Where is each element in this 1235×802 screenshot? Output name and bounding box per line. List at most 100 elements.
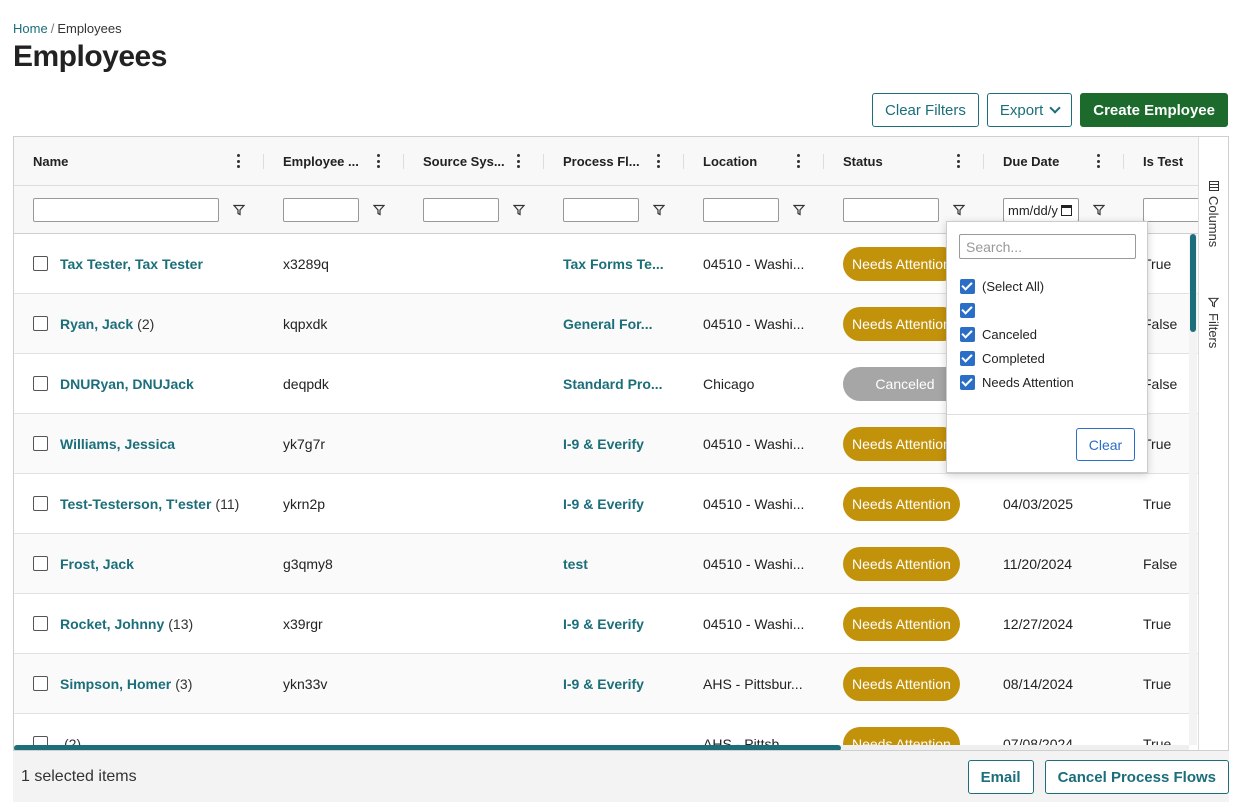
status-filter-option[interactable]: Completed: [960, 350, 1045, 366]
source-system-cell: [423, 474, 543, 534]
filter-icon[interactable]: [513, 204, 525, 216]
export-button[interactable]: Export: [986, 93, 1073, 127]
process-flow-link[interactable]: General For...: [563, 316, 652, 332]
breadcrumb-current: Employees: [57, 21, 122, 36]
row-checkbox[interactable]: [33, 256, 48, 271]
column-header-employee-id[interactable]: Employee ...: [283, 137, 368, 186]
is-test-cell: True: [1143, 676, 1172, 692]
employee-count: (2): [137, 316, 155, 332]
employee-name-link[interactable]: Williams, Jessica: [60, 436, 175, 452]
location-filter-input[interactable]: [703, 198, 779, 222]
status-filter-input[interactable]: [843, 198, 939, 222]
kebab-menu-icon[interactable]: [956, 154, 960, 168]
status-filter-option[interactable]: Canceled: [960, 326, 1037, 342]
source-system-cell: [423, 534, 543, 594]
kebab-menu-icon[interactable]: [376, 154, 380, 168]
filter-icon[interactable]: [233, 204, 245, 216]
employee-name-link[interactable]: DNURyan, DNUJack: [60, 376, 194, 392]
filter-icon[interactable]: [793, 204, 805, 216]
column-header-source-system[interactable]: Source Sys...: [423, 137, 508, 186]
process-flow-link[interactable]: Tax Forms Te...: [563, 256, 664, 272]
process-flow-link[interactable]: I-9 & Everify: [563, 496, 644, 512]
kebab-menu-icon[interactable]: [1096, 154, 1100, 168]
employee-id-cell: yk7g7r: [283, 436, 326, 452]
process-flow-link[interactable]: I-9 & Everify: [563, 676, 644, 692]
checkbox-checked-icon[interactable]: [960, 374, 975, 390]
process-flow-link[interactable]: test: [563, 556, 588, 572]
due-date-filter-input[interactable]: mm/dd/y: [1003, 198, 1079, 222]
filter-icon[interactable]: [373, 204, 385, 216]
name-cell: Ryan, Jack (2): [60, 294, 275, 354]
status-filter-clear-button[interactable]: Clear: [1076, 428, 1135, 461]
employee-name-link[interactable]: Test-Testerson, T'ester: [60, 496, 211, 512]
process-flow-filter-input[interactable]: [563, 198, 639, 222]
status-badge: Needs Attention: [843, 667, 960, 701]
status-filter-option[interactable]: [960, 302, 982, 318]
grid-header-row: Name Employee ... Source Sys... Process …: [14, 137, 1198, 186]
employee-name-link[interactable]: Simpson, Homer: [60, 676, 171, 692]
name-cell: Tax Tester, Tax Tester: [60, 234, 275, 294]
table-row[interactable]: Rocket, Johnny (13) x39rgr I-9 & Everify 045…: [14, 594, 1198, 654]
clear-filters-button[interactable]: Clear Filters: [872, 93, 979, 127]
checkbox-checked-icon[interactable]: [960, 302, 975, 318]
kebab-menu-icon[interactable]: [796, 154, 800, 168]
source-system-filter-input[interactable]: [423, 198, 499, 222]
employee-id-filter-input[interactable]: [283, 198, 359, 222]
process-flow-link[interactable]: I-9 & Everify: [563, 616, 644, 632]
checkbox-checked-icon[interactable]: [960, 326, 975, 342]
process-flow-link[interactable]: I-9 & Everify: [563, 436, 644, 452]
employee-name-link[interactable]: Tax Tester, Tax Tester: [60, 256, 203, 272]
row-checkbox[interactable]: [33, 436, 48, 451]
table-row[interactable]: Simpson, Homer (3) ykn33v I-9 & Everify AHS …: [14, 654, 1198, 714]
email-button[interactable]: Email: [967, 760, 1034, 794]
status-cell: Needs Attention: [843, 594, 1003, 654]
row-checkbox[interactable]: [33, 616, 48, 631]
vertical-scrollbar[interactable]: [1189, 234, 1197, 745]
source-system-cell: [423, 594, 543, 654]
vertical-scrollbar-thumb[interactable]: [1190, 234, 1196, 332]
table-row[interactable]: Test-Testerson, T'ester (11) ykrn2p I-9 & E…: [14, 474, 1198, 534]
columns-tab[interactable]: Columns: [1206, 181, 1221, 247]
filter-icon[interactable]: [653, 204, 665, 216]
column-header-location[interactable]: Location: [703, 137, 788, 186]
status-badge: Needs Attention: [843, 487, 960, 521]
process-flow-link[interactable]: Standard Pro...: [563, 376, 663, 392]
cancel-process-flows-button[interactable]: Cancel Process Flows: [1044, 760, 1229, 794]
is-test-cell: False: [1143, 316, 1178, 332]
row-checkbox[interactable]: [33, 676, 48, 691]
kebab-menu-icon[interactable]: [656, 154, 660, 168]
kebab-menu-icon[interactable]: [236, 154, 240, 168]
column-header-name[interactable]: Name: [33, 137, 223, 186]
employee-name-link[interactable]: Frost, Jack: [60, 556, 134, 572]
filters-tab[interactable]: Filters: [1206, 297, 1221, 348]
row-checkbox[interactable]: [33, 376, 48, 391]
breadcrumb-separator: /: [50, 21, 55, 36]
status-filter-option[interactable]: (Select All): [960, 278, 1044, 294]
row-checkbox[interactable]: [33, 316, 48, 331]
employee-name-link[interactable]: Rocket, Johnny: [60, 616, 164, 632]
status-filter-option[interactable]: Needs Attention: [960, 374, 1074, 390]
checkbox-checked-icon[interactable]: [960, 278, 975, 294]
column-header-process-flow[interactable]: Process Fl...: [563, 137, 648, 186]
column-header-is-test[interactable]: Is Test: [1143, 137, 1198, 186]
calendar-icon[interactable]: [1060, 204, 1072, 216]
status-filter-search-input[interactable]: Search...: [959, 234, 1136, 259]
employee-name-link[interactable]: Ryan, Jack: [60, 316, 133, 332]
filter-icon: [1208, 297, 1219, 308]
create-employee-button[interactable]: Create Employee: [1080, 93, 1228, 127]
filter-icon[interactable]: [1093, 204, 1105, 216]
breadcrumb: Home / Employees: [13, 21, 122, 36]
filter-icon[interactable]: [953, 204, 965, 216]
row-checkbox[interactable]: [33, 556, 48, 571]
name-filter-input[interactable]: [33, 198, 219, 222]
page-title: Employees: [13, 40, 167, 73]
table-row[interactable]: Frost, Jack g3qmy8 test 04510 - Washi... Nee…: [14, 534, 1198, 594]
breadcrumb-home-link[interactable]: Home: [13, 21, 48, 36]
kebab-menu-icon[interactable]: [516, 154, 520, 168]
column-header-due-date[interactable]: Due Date: [1003, 137, 1088, 186]
checkbox-checked-icon[interactable]: [960, 350, 975, 366]
name-cell: Test-Testerson, T'ester (11): [60, 474, 275, 534]
row-checkbox[interactable]: [33, 496, 48, 511]
is-test-filter-input[interactable]: [1143, 198, 1198, 222]
column-header-status[interactable]: Status: [843, 137, 943, 186]
